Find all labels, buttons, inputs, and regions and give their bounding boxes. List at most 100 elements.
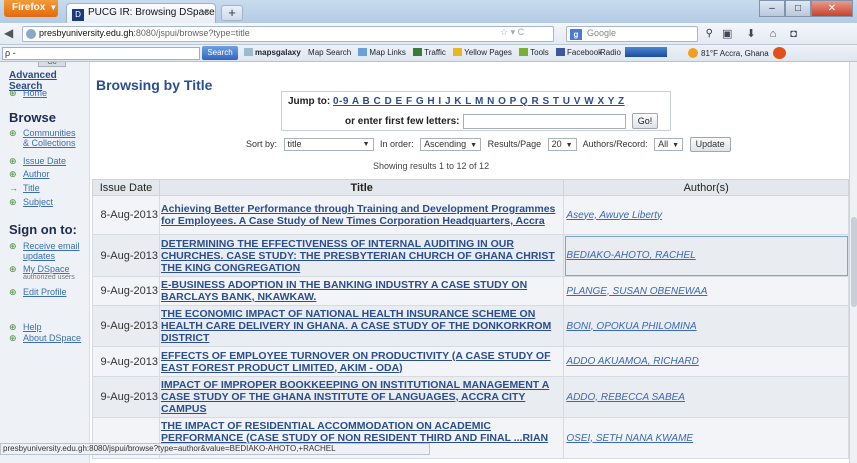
- google-icon: g: [570, 29, 582, 40]
- firefox-menu-button[interactable]: Firefox ▼: [4, 0, 58, 17]
- url-tools[interactable]: ☆ ▾ C: [500, 27, 524, 38]
- page-title: Browsing by Title: [96, 77, 213, 93]
- issue-date-cell: 9-Aug-2013: [92, 305, 160, 347]
- author-link[interactable]: BEDIAKO-AHOTO, RACHEL: [563, 234, 849, 277]
- navbar-icons[interactable]: ▣⬇⌂◘: [722, 27, 811, 40]
- table-row: 9-Aug-2013 DETERMINING THE EFFECTIVENESS…: [92, 234, 849, 277]
- browser-search-input[interactable]: g Google ⚲: [566, 26, 713, 42]
- sidebar-item-receive-email-line2[interactable]: updates: [23, 251, 55, 261]
- sidebar-item-communities-line2[interactable]: & Collections: [23, 138, 76, 148]
- jump-to-line: Jump to: 0-9 A B C D E F G H I J K L M N…: [288, 96, 625, 107]
- author-link[interactable]: OSEI, SETH NANA KWAME: [563, 417, 849, 459]
- issue-date-cell: 9-Aug-2013: [92, 234, 160, 277]
- sidebar-item-communities[interactable]: ⊕ Communities: [9, 128, 76, 138]
- weather-widget[interactable]: 81°F Accra, Ghana: [688, 47, 786, 59]
- back-arrow-icon[interactable]: ◀: [4, 26, 13, 40]
- author-link[interactable]: BONI, OPOKUA PHILOMINA: [563, 305, 849, 347]
- sidebar-item-edit-profile[interactable]: ⊕ Edit Profile: [9, 287, 67, 297]
- toolbar-link-map-search[interactable]: Map Search: [308, 48, 351, 57]
- bullet-icon: ⊕: [9, 287, 17, 297]
- table-row: 9-Aug-2013 EFFECTS OF EMPLOYEE TURNOVER …: [92, 346, 849, 377]
- bullet-icon: ⊕: [9, 264, 17, 274]
- author-link[interactable]: ADDO, REBECCA SABEA: [563, 376, 849, 418]
- table-header-row: Issue Date Title Author(s): [92, 179, 849, 196]
- author-link[interactable]: ADDO AKUAMOA, RICHARD: [563, 346, 849, 377]
- title-link[interactable]: THE ECONOMIC IMPACT OF NATIONAL HEALTH I…: [158, 305, 565, 347]
- toolbar-links: mapsgalaxy Map Search Map Links Traffic …: [244, 48, 607, 57]
- sidebar-item-title[interactable]: → Title: [9, 183, 40, 193]
- minimize-button[interactable]: –: [759, 0, 785, 17]
- bullet-icon: ⊕: [9, 88, 17, 98]
- navigation-bar: ◀ presbyuniversity.edu.gh:8080/jspui/bro…: [0, 23, 857, 45]
- toolbar-link-tools[interactable]: Tools: [519, 48, 549, 57]
- bullet-icon: ⊕: [9, 128, 17, 138]
- bullet-icon: ⊕: [9, 197, 17, 207]
- new-tab-button[interactable]: +: [221, 5, 243, 21]
- toolbar-link-traffic[interactable]: Traffic: [413, 48, 446, 57]
- addon-toolbar: ρ - Search mapsgalaxy Map Search Map Lin…: [0, 45, 857, 62]
- order-select[interactable]: Ascending ▼: [420, 138, 482, 151]
- url-host: presbyuniversity.edu.gh: [39, 28, 134, 38]
- authors-per-record-label: Authors/Record:: [582, 138, 648, 149]
- site-identity-icon[interactable]: [26, 29, 36, 39]
- status-bar: presbyuniversity.edu.gh:8080/jspui/brows…: [0, 443, 430, 455]
- title-link[interactable]: EFFECTS OF EMPLOYEE TURNOVER ON PRODUCTI…: [158, 346, 565, 377]
- issue-date-cell: 9-Aug-2013: [92, 276, 160, 306]
- sort-by-select[interactable]: title ▼: [283, 138, 374, 151]
- title-link[interactable]: E-BUSINESS ADOPTION IN THE BANKING INDUS…: [158, 276, 565, 306]
- first-letters-input[interactable]: [463, 114, 626, 129]
- close-window-button[interactable]: ✕: [811, 0, 853, 17]
- jump-to-label: Jump to:: [288, 96, 331, 107]
- url-bar[interactable]: presbyuniversity.edu.gh:8080/jspui/brows…: [22, 26, 554, 42]
- page-scrollbar[interactable]: [849, 62, 857, 463]
- toolbar-link-mapsgalaxy[interactable]: mapsgalaxy: [244, 48, 301, 57]
- table-row: 9-Aug-2013 IMPACT OF IMPROPER BOOKKEEPIN…: [92, 376, 849, 418]
- author-link[interactable]: PLANGE, SUSAN OBENEWAA: [563, 276, 849, 306]
- issue-date-cell: 8-Aug-2013: [92, 195, 160, 235]
- dropdown-arrow-icon: ▼: [362, 141, 370, 148]
- go-button[interactable]: Go!: [632, 113, 658, 129]
- column-header-title[interactable]: Title: [158, 179, 565, 196]
- sidebar-go-button[interactable]: Go: [38, 62, 66, 67]
- sidebar-item-about[interactable]: ⊕ About DSpace: [9, 333, 81, 343]
- title-link[interactable]: IMPACT OF IMPROPER BOOKKEEPING ON INSTIT…: [158, 376, 565, 418]
- results-per-page-select[interactable]: 20 ▼: [547, 138, 577, 151]
- toolbar-link-yellow-pages[interactable]: Yellow Pages: [453, 48, 512, 57]
- title-link[interactable]: DETERMINING THE EFFECTIVENESS OF INTERNA…: [158, 234, 565, 277]
- radio-widget[interactable]: Radio: [600, 47, 667, 57]
- toolbar-search-button[interactable]: Search: [202, 46, 238, 60]
- sidebar-item-home[interactable]: ⊕ Home: [9, 88, 47, 98]
- toolbar-link-facebook[interactable]: Facebook: [556, 48, 602, 57]
- bullet-icon: ⊕: [9, 156, 17, 166]
- tab-close-icon[interactable]: ×: [204, 7, 210, 18]
- issue-date-cell: 9-Aug-2013: [92, 346, 160, 377]
- toolbar-link-map-links[interactable]: Map Links: [358, 48, 406, 57]
- browser-tab[interactable]: D PUCG IR: Browsing DSpace ×: [66, 3, 216, 23]
- update-button[interactable]: Update: [689, 137, 731, 152]
- jump-to-box: Jump to: 0-9 A B C D E F G H I J K L M N…: [281, 91, 671, 131]
- sidebar-item-receive-email[interactable]: ⊕ Receive email: [9, 241, 80, 251]
- column-header-authors[interactable]: Author(s): [563, 179, 849, 196]
- sidebar-item-my-dspace[interactable]: ⊕ My DSpace: [9, 264, 70, 274]
- sidebar-item-author[interactable]: ⊕ Author: [9, 169, 50, 179]
- radio-volume-bar[interactable]: [624, 47, 667, 57]
- sidebar-item-subject[interactable]: ⊕ Subject: [9, 197, 53, 207]
- notification-icon[interactable]: [772, 47, 786, 59]
- toolbar-search-input[interactable]: ρ -: [2, 47, 200, 60]
- jump-letter-links[interactable]: 0-9 A B C D E F G H I J K L M N O P Q R …: [333, 96, 625, 107]
- authors-per-record-select[interactable]: All ▼: [654, 138, 684, 151]
- first-letters-label: or enter first few letters:: [345, 116, 460, 127]
- sidebar-item-issue-date[interactable]: ⊕ Issue Date: [9, 156, 66, 166]
- maximize-button[interactable]: □: [785, 0, 811, 17]
- yellow-pages-icon: [453, 48, 463, 56]
- my-dspace-note: authorized users: [23, 274, 75, 281]
- map-icon: [358, 48, 368, 56]
- author-link[interactable]: Aseye, Awuye Liberty: [563, 195, 849, 235]
- scrollbar-thumb[interactable]: [851, 217, 857, 307]
- sidebar: Go Advanced Search ⊕ Home Browse ⊕ Communi…: [0, 62, 90, 463]
- column-header-issue-date[interactable]: Issue Date: [92, 179, 160, 196]
- search-icon[interactable]: ⚲: [706, 28, 713, 39]
- table-row: 9-Aug-2013 THE ECONOMIC IMPACT OF NATION…: [92, 305, 849, 347]
- title-link[interactable]: Achieving Better Performance through Tra…: [158, 195, 565, 235]
- sidebar-item-help[interactable]: ⊕ Help: [9, 322, 42, 332]
